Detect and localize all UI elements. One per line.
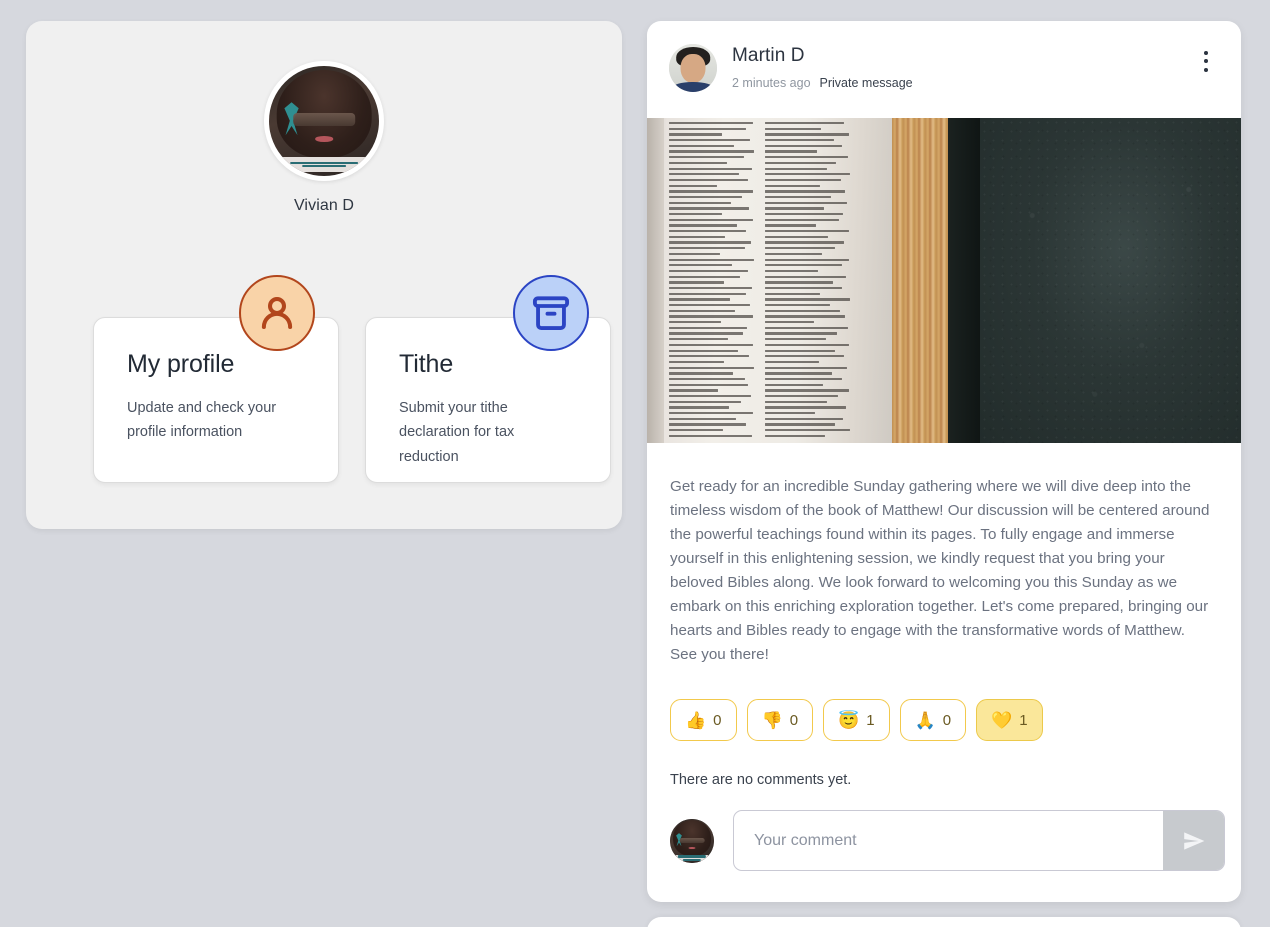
bible-text-column bbox=[669, 122, 757, 440]
post-body-text: Get ready for an incredible Sunday gathe… bbox=[670, 478, 1210, 664]
post-timestamp: 2 minutes ago bbox=[732, 75, 811, 90]
post-submeta: 2 minutes ago Private message bbox=[732, 76, 913, 90]
post-visibility: Private message bbox=[819, 75, 913, 90]
comment-composer bbox=[647, 788, 1241, 872]
slate-surface bbox=[980, 118, 1241, 443]
tile-title: My profile bbox=[127, 350, 235, 378]
post-author-name: Martin D bbox=[732, 45, 805, 66]
reaction-count: 1 bbox=[866, 711, 875, 729]
profile-summary: Vivian D bbox=[26, 61, 622, 215]
post-author-avatar[interactable] bbox=[669, 44, 717, 92]
bible-spine-shadow bbox=[948, 118, 980, 443]
reaction-innocent-angel[interactable]: 😇 1 bbox=[823, 699, 890, 742]
thumbs-down-icon: 👎 bbox=[761, 710, 783, 730]
vivian-avatar-photo bbox=[269, 66, 379, 176]
reaction-count: 1 bbox=[1019, 711, 1028, 729]
comments-empty-status: There are no comments yet. bbox=[670, 772, 852, 789]
thumbs-up-icon: 👍 bbox=[685, 710, 707, 730]
bible-page-left bbox=[647, 118, 892, 443]
bible-text-column bbox=[765, 122, 853, 440]
tile-wrap-my-profile: My profile Update and check your profile… bbox=[93, 275, 339, 483]
send-comment-button[interactable] bbox=[1163, 811, 1224, 871]
reaction-thumbs-down[interactable]: 👎 0 bbox=[746, 699, 814, 742]
praying-hands-icon: 🙏 bbox=[914, 710, 936, 730]
innocent-angel-icon: 😇 bbox=[838, 710, 860, 730]
app-page: Vivian D My profile Update and check you… bbox=[0, 0, 1270, 927]
profile-tiles: My profile Update and check your profile… bbox=[93, 275, 611, 483]
comment-input-wrap bbox=[733, 810, 1225, 872]
comment-input[interactable] bbox=[734, 811, 1163, 871]
tile-my-profile[interactable]: My profile Update and check your profile… bbox=[93, 317, 339, 483]
tile-description: Update and check your profile informatio… bbox=[127, 400, 277, 441]
reaction-praying-hands[interactable]: 🙏 0 bbox=[899, 699, 967, 742]
person-icon bbox=[239, 275, 315, 351]
reaction-count: 0 bbox=[789, 711, 799, 729]
post-meta: Martin D 2 minutes ago Private message bbox=[732, 44, 913, 90]
post-image bbox=[647, 118, 1241, 443]
profile-panel: Vivian D My profile Update and check you… bbox=[26, 21, 622, 529]
kebab-menu-icon[interactable] bbox=[1193, 45, 1219, 77]
next-post-card-peek bbox=[647, 917, 1241, 927]
reaction-count: 0 bbox=[942, 711, 952, 729]
send-paper-plane-icon bbox=[1183, 832, 1204, 850]
current-user-avatar bbox=[670, 818, 714, 863]
archive-box-icon bbox=[513, 275, 589, 351]
reaction-thumbs-up[interactable]: 👍 0 bbox=[670, 699, 737, 742]
reaction-yellow-heart[interactable]: 💛 1 bbox=[976, 699, 1043, 742]
reaction-bar: 👍 0 👎 0 😇 1 🙏 0 💛 1 bbox=[647, 667, 1241, 742]
tile-wrap-tithe: Tithe Submit your tithe declaration for … bbox=[365, 275, 611, 483]
tile-title: Tithe bbox=[399, 350, 454, 378]
tile-description: Submit your tithe declaration for tax re… bbox=[399, 400, 515, 465]
avatar bbox=[264, 61, 384, 181]
bible-page-edges bbox=[892, 118, 948, 443]
yellow-heart-icon: 💛 bbox=[991, 710, 1013, 730]
post-card: Martin D 2 minutes ago Private message G… bbox=[647, 21, 1241, 902]
reaction-count: 0 bbox=[713, 711, 722, 729]
post-header: Martin D 2 minutes ago Private message bbox=[647, 21, 1241, 118]
profile-user-name: Vivian D bbox=[293, 197, 355, 214]
